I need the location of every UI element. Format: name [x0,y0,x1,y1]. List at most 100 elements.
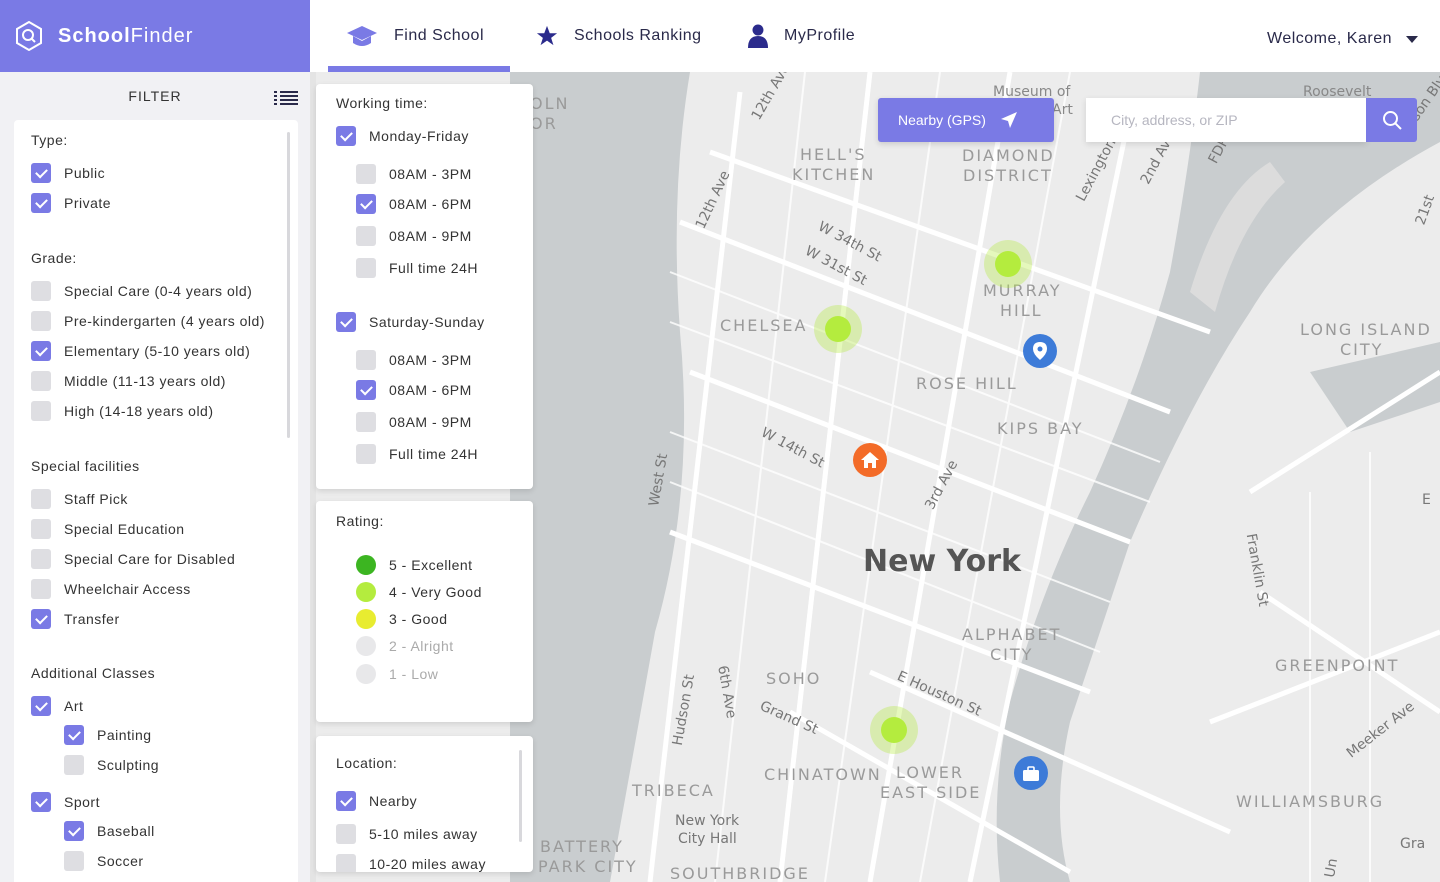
checkbox[interactable] [31,519,51,539]
checkbox[interactable] [31,489,51,509]
checkbox[interactable] [356,412,376,432]
facility-option-transfer[interactable]: Transfer [31,609,120,629]
option-label: Elementary (5-10 years old) [64,343,251,359]
class-option-sculpting[interactable]: Sculpting [64,755,159,775]
rating-option-5[interactable]: 5 - Excellent [356,555,473,575]
map-label-lic-city: CITY [1340,340,1384,359]
checkbox[interactable] [356,444,376,464]
checkbox[interactable] [356,350,376,370]
brand-logo[interactable]: SchoolFinder [0,0,310,72]
grade-option-special-care[interactable]: Special Care (0-4 years old) [31,281,252,301]
list-view-icon[interactable] [274,91,298,105]
checkbox[interactable] [31,311,51,331]
checkbox[interactable] [31,549,51,569]
weekend-toggle[interactable]: Saturday-Sunday [336,312,485,332]
checkbox[interactable] [31,401,51,421]
grade-option-elementary[interactable]: Elementary (5-10 years old) [31,341,250,361]
working-time-title: Working time: [336,95,428,111]
rating-option-1[interactable]: 1 - Low [356,664,438,684]
class-option-baseball[interactable]: Baseball [64,821,155,841]
checkbox[interactable] [336,791,356,811]
option-label: Transfer [64,611,120,627]
checkbox[interactable] [336,854,356,872]
work-marker[interactable] [1014,756,1048,790]
location-option-10-20[interactable]: 10-20 miles away [336,854,486,872]
street-gra: Gra [1400,836,1426,852]
weekday-toggle[interactable]: Monday-Friday [336,126,469,146]
checkbox[interactable] [64,821,84,841]
filter-header: FILTER [0,72,310,120]
rating-title: Rating: [336,513,384,529]
checkbox[interactable] [31,579,51,599]
weekend-slot-9pm[interactable]: 08AM - 9PM [356,412,472,432]
weekend-slot-3pm[interactable]: 08AM - 3PM [356,350,472,370]
weekday-slot-3pm[interactable]: 08AM - 3PM [356,164,472,184]
option-label: Private [64,195,112,211]
grade-option-high[interactable]: High (14-18 years old) [31,401,214,421]
school-marker-very-good[interactable] [814,305,862,353]
rating-option-3[interactable]: 3 - Good [356,609,447,629]
location-option-5-10[interactable]: 5-10 miles away [336,824,478,844]
grade-option-pre-k[interactable]: Pre-kindergarten (4 years old) [31,311,265,331]
school-marker-very-good[interactable] [870,706,918,754]
facility-option-special-care-disabled[interactable]: Special Care for Disabled [31,549,235,569]
checkbox[interactable] [64,755,84,775]
checkbox[interactable] [31,696,51,716]
facility-option-wheelchair[interactable]: Wheelchair Access [31,579,191,599]
rating-option-2[interactable]: 2 - Alright [356,636,454,656]
checkbox[interactable] [31,341,51,361]
checkbox[interactable] [356,164,376,184]
tab-find-school[interactable]: Find School [328,0,510,72]
checkbox[interactable] [64,725,84,745]
checkbox[interactable] [356,258,376,278]
checkbox[interactable] [336,824,356,844]
map-label-williamsburg: WILLIAMSBURG [1236,792,1385,811]
weekend-slot-24h[interactable]: Full time 24H [356,444,478,464]
location-search-input[interactable] [1086,98,1366,142]
tab-my-profile[interactable]: MyProfile [748,0,855,72]
tab-label: Schools Ranking [574,27,702,44]
weekday-slot-6pm[interactable]: 08AM - 6PM [356,194,472,214]
tab-schools-ranking[interactable]: Schools Ranking [536,0,702,72]
search-button[interactable] [1366,98,1417,142]
weekday-slot-24h[interactable]: Full time 24H [356,258,478,278]
map-label-park-city: PARK CITY [538,857,638,876]
checkbox[interactable] [336,312,356,332]
grade-option-middle[interactable]: Middle (11-13 years old) [31,371,226,391]
map-label-chinatown: CHINATOWN [764,765,882,784]
nearby-gps-button[interactable]: Nearby (GPS) [878,98,1054,142]
filter-scrollbar[interactable] [287,132,290,438]
checkbox[interactable] [31,281,51,301]
facility-option-special-education[interactable]: Special Education [31,519,185,539]
location-scrollbar[interactable] [519,750,522,842]
checkbox[interactable] [64,851,84,871]
location-option-nearby[interactable]: Nearby [336,791,417,811]
location-pin-marker[interactable] [1023,334,1057,368]
map-label-hill: HILL [1000,301,1043,320]
checkbox[interactable] [31,609,51,629]
checkbox[interactable] [336,126,356,146]
weekend-slot-6pm[interactable]: 08AM - 6PM [356,380,472,400]
checkbox[interactable] [31,193,51,213]
checkbox[interactable] [356,380,376,400]
checkbox[interactable] [31,163,51,183]
type-option-public[interactable]: Public [31,163,105,183]
class-option-sport[interactable]: Sport [31,792,100,812]
checkbox[interactable] [356,226,376,246]
facility-option-staff-pick[interactable]: Staff Pick [31,489,128,509]
school-marker-very-good[interactable] [984,240,1032,288]
type-option-private[interactable]: Private [31,193,111,213]
checkbox[interactable] [31,371,51,391]
option-label: Full time 24H [389,260,478,276]
class-option-soccer[interactable]: Soccer [64,851,144,871]
home-marker[interactable] [853,443,887,477]
rating-dot [995,251,1021,277]
user-menu[interactable]: Welcome, Karen [1267,0,1418,78]
rating-dot [356,609,376,629]
class-option-art[interactable]: Art [31,696,83,716]
checkbox[interactable] [31,792,51,812]
weekday-slot-9pm[interactable]: 08AM - 9PM [356,226,472,246]
rating-option-4[interactable]: 4 - Very Good [356,582,482,602]
class-option-painting[interactable]: Painting [64,725,152,745]
checkbox[interactable] [356,194,376,214]
